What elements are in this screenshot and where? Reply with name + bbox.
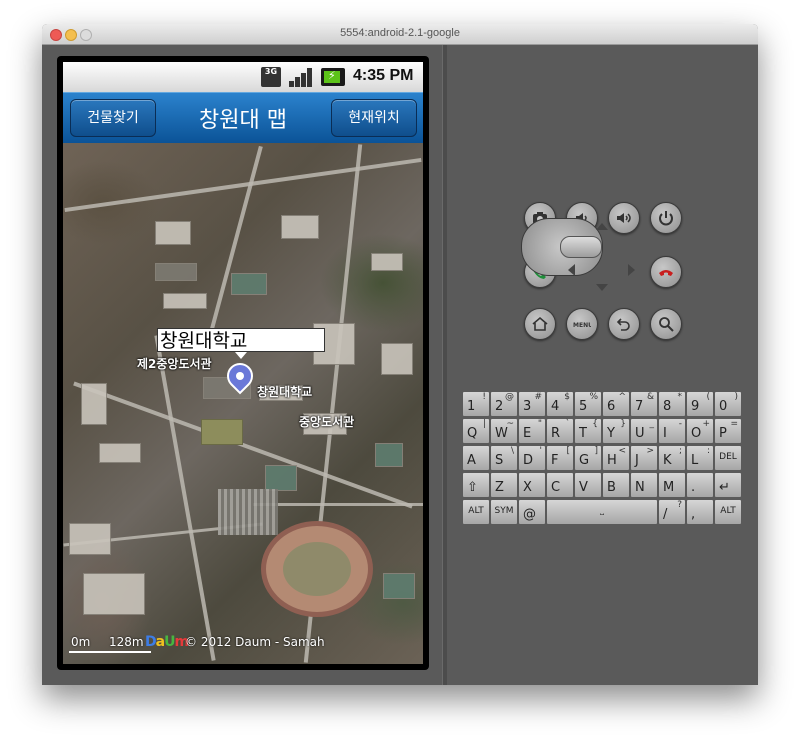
key-e[interactable]: E " (518, 418, 546, 444)
panel-divider (442, 45, 447, 685)
key-3[interactable]: 3 # (518, 391, 546, 417)
scale-line (69, 651, 151, 653)
hardware-keyboard: 1! 2 @3 #4 $5% 6 ^ 7 & 8 * 9(0) Q | W ~ E " R ` T{Y} U _ I - O + P =… (462, 391, 742, 527)
satellite-map-view[interactable]: 제2중앙도서관 창원대학교 중앙도서관 창원대학교 0m 128m DaUm ©… (63, 143, 423, 664)
sports-field (201, 419, 243, 445)
key-d[interactable]: D ' (518, 445, 546, 471)
key-c[interactable]: C (546, 472, 574, 498)
key-4[interactable]: 4 $ (546, 391, 574, 417)
key-q[interactable]: Q | (462, 418, 490, 444)
device-screen[interactable]: 3G ⚡ 4:35 PM 건물찾기 창원대 맵 현재위치 제2중앙도서관 창원대… (63, 62, 423, 664)
home-button[interactable] (524, 308, 556, 340)
dpad-down-icon[interactable] (596, 284, 608, 291)
callout-tail (235, 352, 247, 359)
dpad-left-icon[interactable] (568, 264, 575, 276)
search-button[interactable] (650, 308, 682, 340)
search-icon (659, 317, 674, 332)
key-u[interactable]: U _ (630, 418, 658, 444)
key-v[interactable]: V (574, 472, 602, 498)
key-s[interactable]: S \ (490, 445, 518, 471)
map-label-library: 중앙도서관 (299, 415, 355, 429)
find-building-button[interactable]: 건물찾기 (70, 99, 156, 137)
key-i[interactable]: I- (658, 418, 686, 444)
key-z[interactable]: Z (490, 472, 518, 498)
key-row4-0[interactable]: ⇧ (462, 472, 490, 498)
daum-logo: DaUm (145, 634, 189, 650)
key-comma[interactable]: , (686, 499, 714, 525)
key-5[interactable]: 5% (574, 391, 602, 417)
menu-icon: MENU (573, 322, 591, 329)
home-icon (532, 316, 548, 331)
end-call-button[interactable] (650, 256, 682, 288)
key-l[interactable]: L: (686, 445, 714, 471)
status-time: 4:35 PM (353, 67, 414, 84)
key-at[interactable]: @ (518, 499, 546, 525)
key-slash[interactable]: /? (658, 499, 686, 525)
volume-up-icon (617, 213, 631, 223)
back-icon (616, 318, 630, 331)
emulator-window: 5554:android-2.1-google 3G ⚡ 4:35 PM 건물찾… (42, 24, 758, 685)
status-bar: 3G ⚡ 4:35 PM (63, 62, 423, 92)
key-n[interactable]: N (630, 472, 658, 498)
signal-strength-icon (289, 67, 313, 87)
key-j[interactable]: J > (630, 445, 658, 471)
key-b[interactable]: B (602, 472, 630, 498)
dpad-center-button[interactable] (560, 236, 602, 258)
key-a[interactable]: A (462, 445, 490, 471)
power-icon (659, 211, 673, 226)
marker-callout[interactable]: 창원대학교 (157, 328, 325, 352)
key-m[interactable]: M (658, 472, 686, 498)
volume-up-button[interactable] (608, 202, 640, 234)
end-call-icon (659, 270, 673, 276)
key-2[interactable]: 2 @ (490, 391, 518, 417)
current-location-button[interactable]: 현재위치 (331, 99, 417, 137)
key-8[interactable]: 8 * (658, 391, 686, 417)
key-row4-9[interactable]: ↵ (714, 472, 742, 498)
scale-end-label: 128m (109, 635, 144, 649)
key-6[interactable]: 6 ^ (602, 391, 630, 417)
key-x[interactable]: X (518, 472, 546, 498)
key-r[interactable]: R ` (546, 418, 574, 444)
key-p[interactable]: P = (714, 418, 742, 444)
key-sym[interactable]: SYM (490, 499, 518, 525)
stadium-track (261, 521, 373, 617)
key-0[interactable]: 0) (714, 391, 742, 417)
key-y[interactable]: Y} (602, 418, 630, 444)
window-title: 5554:android-2.1-google (340, 27, 460, 39)
svg-text:MENU: MENU (573, 322, 591, 329)
key-h[interactable]: H < (602, 445, 630, 471)
title-bar: 5554:android-2.1-google (42, 24, 758, 45)
key-alt-left[interactable]: ALT (462, 499, 490, 525)
power-button[interactable] (650, 202, 682, 234)
app-header: 건물찾기 창원대 맵 현재위치 (63, 92, 423, 144)
key-row4-8[interactable]: . (686, 472, 714, 498)
key-f[interactable]: F[ (546, 445, 574, 471)
device-screen-bezel: 3G ⚡ 4:35 PM 건물찾기 창원대 맵 현재위치 제2중앙도서관 창원대… (57, 56, 429, 670)
key-w[interactable]: W ~ (490, 418, 518, 444)
key-alt-right[interactable]: ALT (714, 499, 742, 525)
key-o[interactable]: O + (686, 418, 714, 444)
menu-button[interactable]: MENU (566, 308, 598, 340)
network-3g-icon: 3G (261, 67, 281, 87)
scale-start-label: 0m (71, 635, 91, 649)
key-t[interactable]: T{ (574, 418, 602, 444)
back-button[interactable] (608, 308, 640, 340)
map-label-university: 창원대학교 (257, 385, 313, 399)
key-1[interactable]: 1! (462, 391, 490, 417)
parking-lot (218, 489, 278, 535)
key-space[interactable]: ⎵ (546, 499, 658, 525)
map-label-library2: 제2중앙도서관 (137, 357, 212, 371)
dpad-up-icon[interactable] (596, 223, 608, 230)
key-k[interactable]: K; (658, 445, 686, 471)
key-g[interactable]: G] (574, 445, 602, 471)
app-title: 창원대 맵 (199, 108, 287, 133)
map-copyright: © 2012 Daum - Samah (185, 635, 325, 649)
battery-charging-icon: ⚡ (321, 68, 345, 86)
key-9[interactable]: 9( (686, 391, 714, 417)
dpad-right-icon[interactable] (628, 264, 635, 276)
key-7[interactable]: 7 & (630, 391, 658, 417)
key-row3-9[interactable]: DEL (714, 445, 742, 471)
